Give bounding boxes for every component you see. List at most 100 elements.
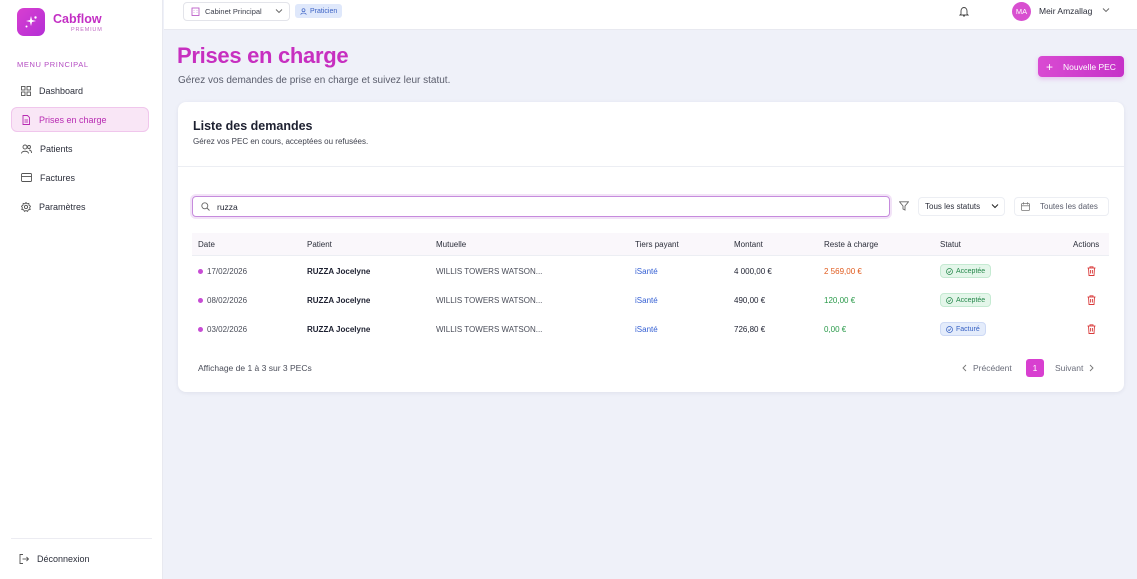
requests-card: Liste des demandes Gérez vos PEC en cour…: [178, 102, 1124, 392]
col-actions: Actions: [1073, 240, 1100, 249]
search-icon: [201, 202, 210, 211]
user-name[interactable]: Meir Amzallag: [1039, 6, 1092, 16]
status-badge: Facturé: [940, 322, 986, 336]
check-circle-icon: [946, 325, 953, 333]
check-circle-icon: [946, 267, 953, 275]
row-reste: 2 569,00 €: [824, 267, 862, 276]
status-label: Acceptée: [956, 267, 986, 275]
brand-name: Cabflow: [53, 11, 102, 26]
document-icon: [22, 114, 30, 125]
chevron-down-icon: [991, 204, 999, 209]
dashboard-icon: [21, 85, 31, 96]
search-box[interactable]: [192, 196, 890, 217]
topbar: Cabinet Principal Praticien MA Meir Amza…: [164, 0, 1137, 30]
trash-icon[interactable]: [1087, 295, 1096, 305]
col-patient[interactable]: Patient: [307, 240, 332, 249]
cabflow-logo-icon: [17, 8, 45, 36]
sidebar-item-dashboard[interactable]: Dashboard: [11, 78, 149, 103]
next-label: Suivant: [1055, 363, 1084, 373]
sidebar-item-patients[interactable]: Patients: [11, 136, 149, 161]
row-date: 03/02/2026: [207, 325, 248, 334]
chevron-down-icon: [275, 9, 283, 14]
card-title: Liste des demandes: [193, 119, 313, 133]
table-header: Date Patient Mutuelle Tiers payant Monta…: [192, 233, 1109, 256]
row-reste: 0,00 €: [824, 325, 847, 334]
new-pec-label: Nouvelle PEC: [1063, 61, 1116, 72]
building-icon: [191, 7, 200, 16]
new-pec-button[interactable]: + Nouvelle PEC: [1038, 56, 1124, 77]
logout-button[interactable]: Déconnexion: [19, 554, 90, 564]
row-mutuelle: WILLIS TOWERS WATSON...: [436, 325, 543, 334]
users-icon: [21, 144, 32, 154]
status-filter-select[interactable]: Tous les statuts: [918, 197, 1005, 216]
date-filter-value: Toutes les dates: [1040, 202, 1098, 211]
trash-icon[interactable]: [1087, 324, 1096, 334]
logout-label: Déconnexion: [37, 554, 90, 564]
sidebar-item-parametres[interactable]: Paramètres: [11, 194, 149, 219]
status-label: Acceptée: [956, 296, 986, 304]
sidebar-item-label: Prises en charge: [39, 114, 107, 125]
logout-icon: [19, 554, 29, 564]
page-number-button[interactable]: 1: [1026, 359, 1044, 377]
previous-label: Précédent: [973, 363, 1012, 373]
chevron-left-icon: [962, 364, 967, 372]
plus-icon: +: [1046, 59, 1054, 74]
status-label: Facturé: [956, 325, 980, 333]
sidebar-nav: Dashboard Prises en charge Patients Fact…: [11, 78, 149, 223]
col-tiers-payant[interactable]: Tiers payant: [635, 240, 679, 249]
row-tiers-payant: iSanté: [635, 296, 658, 305]
chevron-down-icon[interactable]: [1102, 7, 1110, 13]
row-mutuelle: WILLIS TOWERS WATSON...: [436, 267, 543, 276]
sidebar-item-label: Factures: [40, 172, 76, 183]
filter-icon[interactable]: [899, 201, 909, 211]
menu-title: MENU PRINCIPAL: [17, 60, 89, 69]
sidebar-item-label: Patients: [40, 143, 73, 154]
previous-page-button[interactable]: Précédent: [962, 363, 1012, 373]
page-title: Prises en charge: [177, 43, 349, 68]
row-montant: 726,80 €: [734, 325, 766, 334]
trash-icon[interactable]: [1087, 266, 1096, 276]
role-label: Praticien: [310, 7, 338, 15]
sidebar-item-factures[interactable]: Factures: [11, 165, 149, 190]
brand[interactable]: Cabflow PREMIUM: [17, 8, 103, 36]
search-input[interactable]: [217, 201, 817, 212]
check-circle-icon: [946, 296, 953, 304]
table-row[interactable]: 08/02/2026 RUZZA Jocelyne WILLIS TOWERS …: [192, 286, 1109, 315]
status-badge: Acceptée: [940, 293, 992, 307]
user-icon: [300, 7, 307, 15]
row-mutuelle: WILLIS TOWERS WATSON...: [436, 296, 543, 305]
gear-icon: [21, 201, 31, 212]
col-reste[interactable]: Reste à charge: [824, 240, 878, 249]
chevron-right-icon: [1090, 364, 1094, 372]
date-filter-button[interactable]: Toutes les dates: [1014, 197, 1109, 216]
status-filter-value: Tous les statuts: [925, 202, 981, 211]
card-subtitle: Gérez vos PEC en cours, acceptées ou ref…: [193, 137, 369, 146]
credit-card-icon: [21, 173, 32, 182]
row-date: 17/02/2026: [207, 267, 248, 276]
row-montant: 490,00 €: [734, 296, 766, 305]
row-date: 08/02/2026: [207, 296, 248, 305]
sidebar: Cabflow PREMIUM MENU PRINCIPAL Dashboard…: [0, 0, 163, 579]
avatar[interactable]: MA: [1012, 2, 1031, 21]
cabinet-select[interactable]: Cabinet Principal: [183, 2, 290, 21]
brand-tier: PREMIUM: [71, 26, 103, 33]
page-subtitle: Gérez vos demandes de prise en charge et…: [178, 75, 451, 86]
sidebar-item-prises-en-charge[interactable]: Prises en charge: [11, 107, 149, 132]
next-page-button[interactable]: Suivant: [1055, 363, 1094, 373]
table-row[interactable]: 03/02/2026 RUZZA Jocelyne WILLIS TOWERS …: [192, 315, 1109, 344]
col-date[interactable]: Date: [198, 240, 215, 249]
row-dot: [198, 269, 203, 274]
role-badge: Praticien: [295, 4, 343, 18]
bell-icon[interactable]: [959, 6, 969, 17]
sidebar-item-label: Paramètres: [39, 201, 86, 212]
sidebar-item-label: Dashboard: [39, 85, 84, 96]
table-row[interactable]: 17/02/2026 RUZZA Jocelyne WILLIS TOWERS …: [192, 257, 1109, 286]
row-patient: RUZZA Jocelyne: [307, 267, 371, 276]
col-montant[interactable]: Montant: [734, 240, 763, 249]
card-divider: [178, 166, 1124, 167]
row-patient: RUZZA Jocelyne: [307, 325, 371, 334]
col-mutuelle[interactable]: Mutuelle: [436, 240, 466, 249]
col-statut[interactable]: Statut: [940, 240, 961, 249]
row-reste: 120,00 €: [824, 296, 856, 305]
row-tiers-payant: iSanté: [635, 267, 658, 276]
